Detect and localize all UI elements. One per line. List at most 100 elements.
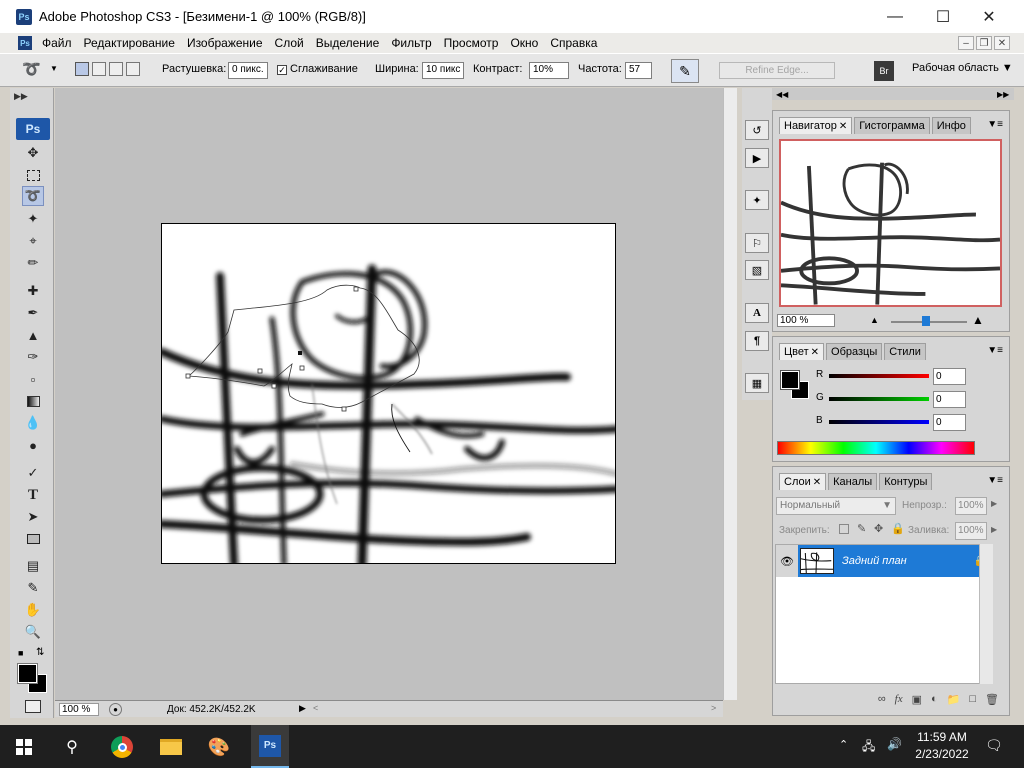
- clone-stamp-tool-icon[interactable]: ▲: [22, 325, 44, 345]
- navigator-preview[interactable]: [779, 139, 1002, 307]
- new-layer-icon[interactable]: □: [969, 693, 976, 705]
- volume-icon[interactable]: 🔊: [887, 737, 902, 751]
- brush-tool-icon[interactable]: ✒: [22, 303, 44, 323]
- paint-app-icon[interactable]: 🎨: [205, 733, 233, 761]
- width-input[interactable]: 10 пикс: [422, 62, 464, 79]
- frequency-input[interactable]: 57: [625, 62, 652, 79]
- brushes-panel-icon[interactable]: ⚐: [745, 233, 769, 253]
- green-input[interactable]: 0: [933, 391, 966, 408]
- link-layers-icon[interactable]: ∞: [878, 693, 886, 705]
- menu-view[interactable]: Просмотр: [438, 36, 505, 50]
- layer-comps-panel-icon[interactable]: ▦: [745, 373, 769, 393]
- magic-wand-tool-icon[interactable]: ✦: [22, 209, 44, 229]
- maximize-button[interactable]: ☐: [920, 0, 966, 33]
- default-colors-icon[interactable]: ■: [18, 648, 23, 658]
- close-tab-icon[interactable]: ✕: [813, 477, 821, 488]
- zoom-tool-icon[interactable]: 🔍: [22, 622, 44, 642]
- new-selection-icon[interactable]: [75, 62, 89, 76]
- minimize-button[interactable]: —: [872, 0, 918, 33]
- menu-file[interactable]: Файл: [36, 36, 78, 50]
- lock-all-icon[interactable]: 🔒: [891, 522, 905, 535]
- doc-close-button[interactable]: ✕: [994, 36, 1010, 50]
- close-button[interactable]: ✕: [966, 0, 1012, 33]
- hand-tool-icon[interactable]: ✋: [22, 600, 44, 620]
- contrast-input[interactable]: 10%: [529, 62, 569, 79]
- swap-colors-icon[interactable]: ⇅: [36, 647, 44, 658]
- chrome-icon[interactable]: [108, 733, 136, 761]
- workspace-dropdown[interactable]: Рабочая область ▼: [912, 62, 1013, 74]
- delete-layer-icon[interactable]: 🗑: [985, 693, 999, 706]
- red-slider[interactable]: [829, 374, 929, 378]
- photoshop-taskbar-button[interactable]: Ps: [251, 725, 289, 768]
- tab-histogram[interactable]: Гистограмма: [854, 117, 930, 134]
- intersect-selection-icon[interactable]: [126, 62, 140, 76]
- collapse-panels-icon[interactable]: ▶▶: [997, 90, 1009, 99]
- status-menu-arrow-icon[interactable]: ▶: [299, 703, 306, 714]
- slice-tool-icon[interactable]: ✏: [22, 253, 44, 273]
- foreground-color-swatch[interactable]: [17, 663, 38, 684]
- clock-date[interactable]: 2/23/2022: [912, 747, 972, 761]
- bridge-icon[interactable]: Br: [874, 61, 894, 81]
- adjustment-layer-icon[interactable]: ◐: [931, 693, 938, 705]
- menu-layer[interactable]: Слой: [269, 36, 310, 50]
- tab-navigator[interactable]: Навигатор ✕: [779, 117, 853, 134]
- notification-icon[interactable]: 🗨: [985, 737, 1003, 754]
- type-tool-icon[interactable]: T: [22, 485, 44, 505]
- notes-tool-icon[interactable]: ▤: [22, 556, 44, 576]
- add-selection-icon[interactable]: [92, 62, 106, 76]
- document-canvas[interactable]: [161, 223, 616, 564]
- add-mask-icon[interactable]: ▣: [912, 693, 922, 706]
- eye-visibility-icon[interactable]: 👁: [776, 545, 798, 577]
- menu-window[interactable]: Окно: [504, 36, 544, 50]
- paragraph-panel-icon[interactable]: ¶: [745, 331, 769, 351]
- panel-menu-icon[interactable]: ▼≡: [987, 119, 1003, 130]
- search-icon[interactable]: ⚲: [58, 733, 86, 761]
- marquee-tool-icon[interactable]: [22, 165, 44, 185]
- navigator-zoom-field[interactable]: 100 %: [777, 314, 835, 327]
- blur-tool-icon[interactable]: 💧: [22, 413, 44, 433]
- blue-slider[interactable]: [829, 420, 929, 424]
- crop-tool-icon[interactable]: ⌖: [22, 231, 44, 251]
- gradient-tool-icon[interactable]: [22, 391, 44, 411]
- file-explorer-icon[interactable]: [157, 733, 185, 761]
- layer-name[interactable]: Задний план: [842, 555, 974, 567]
- zoom-level-field[interactable]: 100 %: [59, 703, 99, 716]
- fill-input[interactable]: 100%: [955, 522, 987, 540]
- hscroll-left-icon[interactable]: <: [313, 703, 318, 713]
- opacity-arrow-icon[interactable]: ▶: [991, 499, 997, 508]
- antialias-checkbox[interactable]: ✓ Сглаживание: [277, 63, 358, 75]
- blue-input[interactable]: 0: [933, 414, 966, 431]
- menu-image[interactable]: Изображение: [181, 36, 269, 50]
- zoom-out-icon[interactable]: ▲: [870, 315, 879, 325]
- vertical-scrollbar[interactable]: [723, 88, 737, 700]
- pen-pressure-icon[interactable]: ✎: [671, 59, 699, 83]
- network-icon[interactable]: 🖧: [862, 737, 875, 758]
- magnetic-lasso-preset-icon[interactable]: ➰: [22, 60, 44, 80]
- show-hidden-icons-icon[interactable]: ⌃: [839, 738, 848, 751]
- doc-minimize-button[interactable]: –: [958, 36, 974, 50]
- doc-restore-button[interactable]: ❐: [976, 36, 992, 50]
- zoom-in-icon[interactable]: ▲: [972, 313, 984, 327]
- menu-help[interactable]: Справка: [544, 36, 603, 50]
- layer-row[interactable]: 👁 Задний план 🔒: [776, 545, 992, 577]
- color-foreground-swatch[interactable]: [780, 370, 800, 390]
- path-selection-tool-icon[interactable]: ➤: [22, 507, 44, 527]
- collapse-tools-icon[interactable]: ▶▶: [14, 91, 28, 102]
- tab-color[interactable]: Цвет ✕: [779, 343, 825, 360]
- menu-filter[interactable]: Фильтр: [385, 36, 437, 50]
- rectangle-tool-icon[interactable]: [22, 529, 44, 549]
- tab-paths[interactable]: Контуры: [879, 473, 933, 490]
- lasso-tool-icon[interactable]: ➰: [22, 186, 44, 206]
- windows-start-icon[interactable]: [10, 733, 38, 761]
- actions-panel-icon[interactable]: ▶: [745, 148, 769, 168]
- opacity-input[interactable]: 100%: [955, 497, 987, 515]
- lock-pixels-icon[interactable]: ✎: [857, 522, 866, 535]
- panel-menu-icon[interactable]: ▼≡: [987, 345, 1003, 356]
- layers-scrollbar[interactable]: [979, 544, 993, 684]
- clock-time[interactable]: 11:59 AM: [912, 730, 972, 744]
- blend-mode-select[interactable]: Нормальный ▼: [776, 497, 896, 515]
- fill-arrow-icon[interactable]: ▶: [991, 525, 997, 534]
- hscroll-right-icon[interactable]: >: [711, 703, 716, 713]
- status-info-icon[interactable]: ●: [109, 703, 122, 716]
- tab-layers[interactable]: Слои ✕: [779, 473, 827, 490]
